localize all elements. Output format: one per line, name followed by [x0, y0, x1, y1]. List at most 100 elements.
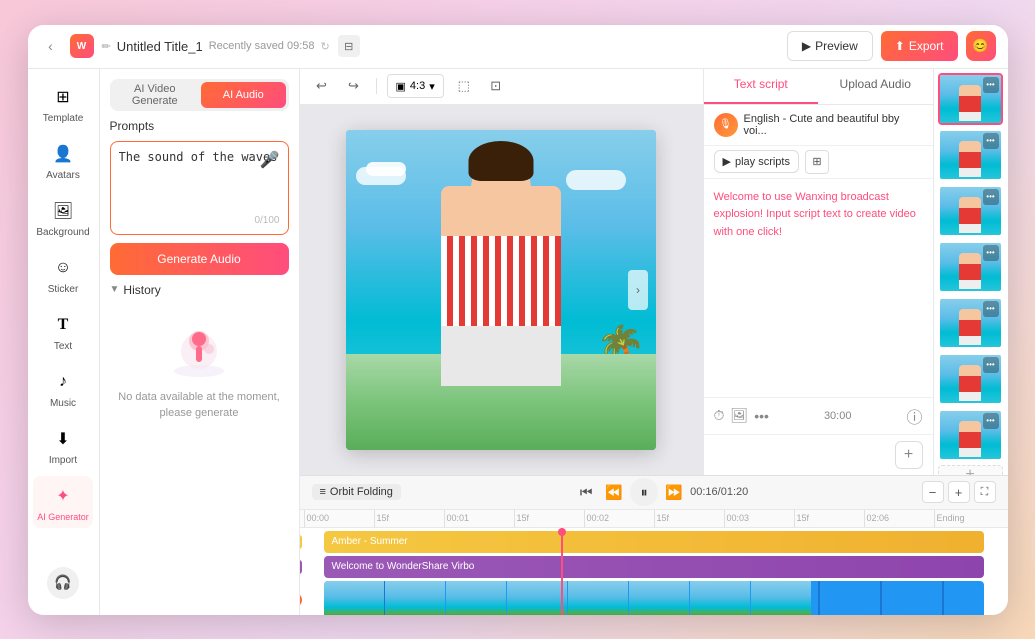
zoom-out-button[interactable]: −	[922, 481, 944, 503]
template-icon: ⊞	[49, 83, 77, 111]
video-frame-2	[385, 581, 445, 615]
video-frame-5	[568, 581, 628, 615]
add-thumbnail-button[interactable]: +	[938, 465, 1003, 475]
track-video[interactable]	[324, 581, 984, 615]
thumb-dots-7[interactable]: •••	[983, 413, 999, 429]
history-label: History	[123, 283, 160, 297]
sidebar-item-text[interactable]: T Text	[33, 305, 93, 358]
video-frame-4	[507, 581, 567, 615]
track-amber[interactable]: Amber - Summer	[324, 531, 984, 553]
history-header[interactable]: ▼ History	[110, 283, 289, 297]
document-title[interactable]: Untitled Title_1	[117, 39, 203, 54]
tab-text-script[interactable]: Text script	[704, 69, 819, 104]
thumb-dots-3[interactable]: •••	[983, 189, 999, 205]
avatar-dress-stripes	[441, 236, 561, 326]
ai-generator-icon: ✦	[49, 482, 77, 510]
export-button[interactable]: ⬆ Export	[881, 31, 958, 61]
sidebar-item-avatars[interactable]: 👤 Avatars	[33, 134, 93, 187]
image-icon-btn[interactable]: 🖼	[730, 407, 748, 424]
tab-ai-video-generate[interactable]: AI Video Generate	[113, 82, 198, 108]
sidebar-item-import[interactable]: ⬇ Import	[33, 419, 93, 472]
prompt-textarea[interactable]: The sound of the waves	[119, 150, 280, 210]
cloud-2	[366, 162, 406, 176]
timeline-tracks: ★ Amber - Summer ♪ Welcome to WonderShar…	[300, 528, 1008, 615]
refresh-icon: ↻	[321, 40, 330, 53]
thumb-dots-1[interactable]: •••	[983, 77, 999, 93]
back-button[interactable]: ‹	[40, 35, 62, 57]
thumbnail-6[interactable]: •••	[938, 353, 1003, 405]
play-scripts-button[interactable]: ▶ play scripts	[714, 150, 800, 173]
sidebar-item-ai-generator[interactable]: ✦ AI Generator	[33, 476, 93, 528]
app-logo: W	[70, 34, 94, 58]
avatar-hair	[469, 141, 534, 181]
step-forward-button[interactable]: ⏩	[662, 480, 686, 504]
redo-button[interactable]: ↪	[342, 74, 366, 98]
grid-settings-button[interactable]: ⊞	[805, 150, 829, 174]
thumbnail-5[interactable]: •••	[938, 297, 1003, 349]
headphone-button[interactable]: 🎧	[47, 567, 79, 599]
sidebar-label-sticker: Sticker	[48, 284, 79, 295]
play-icon-small: ▶	[723, 155, 731, 168]
thumbnail-4[interactable]: •••	[938, 241, 1003, 293]
script-controls: ▶ play scripts ⊞	[704, 146, 933, 179]
ruler-9: Ending	[934, 510, 1004, 528]
thumbnail-1[interactable]: •••	[938, 73, 1003, 125]
canvas-toolbar: ↩ ↪ ▣ 4:3 ▾ ⬚ ⊡	[300, 69, 703, 105]
hamburger-icon: ≡	[320, 486, 326, 498]
thumbnail-3[interactable]: •••	[938, 185, 1003, 237]
ruler-6: 00:03	[724, 510, 794, 528]
sidebar-label-text: Text	[54, 341, 72, 352]
skip-back-button[interactable]: ⏮	[574, 480, 598, 504]
thumb-dots-6[interactable]: •••	[983, 357, 999, 373]
thumb-dots-4[interactable]: •••	[983, 245, 999, 261]
sidebar-item-music[interactable]: ♪ Music	[33, 362, 93, 415]
step-back-button[interactable]: ⏪	[602, 480, 626, 504]
ruler-1: 15f	[374, 510, 444, 528]
thumbnail-2[interactable]: •••	[938, 129, 1003, 181]
video-canvas: 🌴 ›	[346, 130, 656, 450]
generate-audio-button[interactable]: Generate Audio	[110, 243, 289, 275]
ruler-7: 15f	[794, 510, 864, 528]
ruler-4: 00:02	[584, 510, 654, 528]
nav-arrow[interactable]: ›	[628, 270, 648, 310]
playhead[interactable]	[561, 528, 563, 615]
sidebar-item-background[interactable]: 🖼 Background	[33, 191, 93, 244]
undo-button[interactable]: ↩	[310, 74, 334, 98]
sidebar-label-music: Music	[50, 398, 76, 409]
ruler-marks: 00:00 15f 00:01 15f 00:02 15f 00:03 15f …	[304, 510, 1004, 528]
track-video-number: 1	[300, 593, 302, 607]
sidebar-label-template: Template	[43, 113, 84, 124]
sidebar-item-sticker[interactable]: ☺ Sticker	[33, 248, 93, 301]
thumb-dots-5[interactable]: •••	[983, 301, 999, 317]
zoom-in-button[interactable]: +	[948, 481, 970, 503]
subtitle-button[interactable]: ⊡	[484, 74, 508, 98]
add-section-button[interactable]: +	[895, 441, 923, 469]
thumbnail-7[interactable]: •••	[938, 409, 1003, 461]
help-icon-btn[interactable]: ⓘ	[906, 404, 922, 428]
preview-button[interactable]: ▶ Preview	[787, 31, 873, 61]
track-purple[interactable]: Welcome to WonderShare Virbo	[324, 556, 984, 578]
video-frames	[324, 581, 984, 615]
layout-icon[interactable]: ⊟	[338, 35, 360, 57]
canvas-viewport: 🌴 ›	[300, 105, 703, 475]
avatar-figure	[441, 186, 561, 386]
play-pause-button[interactable]: ⏸	[630, 478, 658, 506]
sidebar-item-template[interactable]: ⊞ Template	[33, 77, 93, 130]
edit-icon: ✏	[102, 40, 111, 53]
thumb-dots-2[interactable]: •••	[983, 133, 999, 149]
canvas-area: ↩ ↪ ▣ 4:3 ▾ ⬚ ⊡	[300, 69, 703, 475]
clock-icon-btn[interactable]: ⏱	[714, 407, 725, 424]
canvas-right-wrapper: ↩ ↪ ▣ 4:3 ▾ ⬚ ⊡	[300, 69, 1008, 615]
tab-ai-audio[interactable]: AI Audio	[201, 82, 286, 108]
microphone-icon[interactable]: 🎤	[260, 150, 280, 170]
fullscreen-button[interactable]: ⛶	[974, 481, 996, 503]
track-video-row: 1	[304, 581, 1004, 615]
user-avatar[interactable]: 😊	[966, 31, 996, 61]
ratio-select[interactable]: ▣ 4:3 ▾	[387, 74, 444, 98]
main-content: ⊞ Template 👤 Avatars 🖼 Background ☺ Stic…	[28, 69, 1008, 615]
more-icon-btn[interactable]: •••	[754, 408, 769, 424]
add-section-btn-area: +	[704, 434, 933, 475]
tab-upload-audio[interactable]: Upload Audio	[818, 69, 933, 104]
crop-button[interactable]: ⬚	[452, 74, 476, 98]
toolbar-divider	[376, 78, 377, 94]
